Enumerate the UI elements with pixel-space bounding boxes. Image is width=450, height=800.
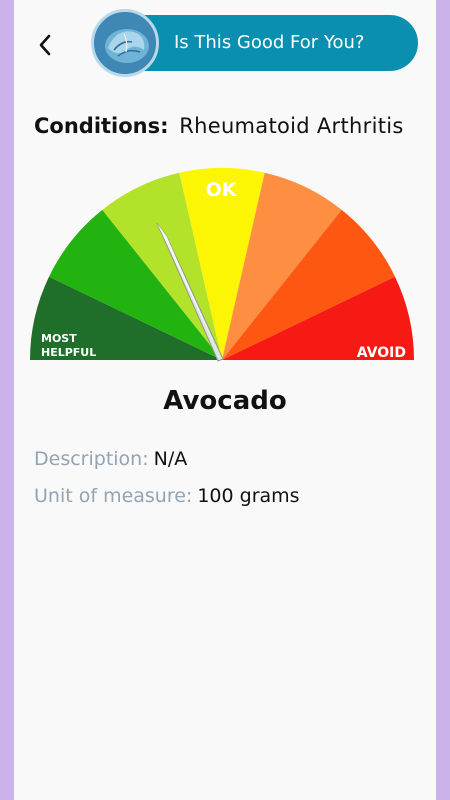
cabbage-logo-icon <box>94 12 156 74</box>
chevron-left-icon <box>39 34 51 56</box>
app-logo <box>91 9 159 77</box>
unit-label: Unit of measure: <box>34 485 193 507</box>
description-label: Description: <box>34 448 149 470</box>
unit-value: 100 grams <box>197 485 300 507</box>
description-value: N/A <box>153 448 188 470</box>
gauge-label-ok: OK <box>206 179 238 201</box>
back-button[interactable] <box>32 30 58 60</box>
unit-row: Unit of measure: 100 grams <box>34 485 300 507</box>
conditions-label: Conditions: <box>34 114 169 138</box>
conditions-line: Conditions: Rheumatoid Arthritis <box>34 114 434 138</box>
description-row: Description: N/A <box>34 448 187 470</box>
gauge-label-most-helpful-line2: HELPFUL <box>41 346 96 359</box>
conditions-value: Rheumatoid Arthritis <box>179 114 404 138</box>
gauge-label-most-helpful-line1: MOST <box>41 332 77 345</box>
gauge-label-avoid: AVOID <box>357 345 406 361</box>
food-name: Avocado <box>163 386 287 416</box>
health-gauge: MOST HELPFUL OK AVOID <box>30 167 414 362</box>
page-title: Is This Good For You? <box>174 32 365 53</box>
